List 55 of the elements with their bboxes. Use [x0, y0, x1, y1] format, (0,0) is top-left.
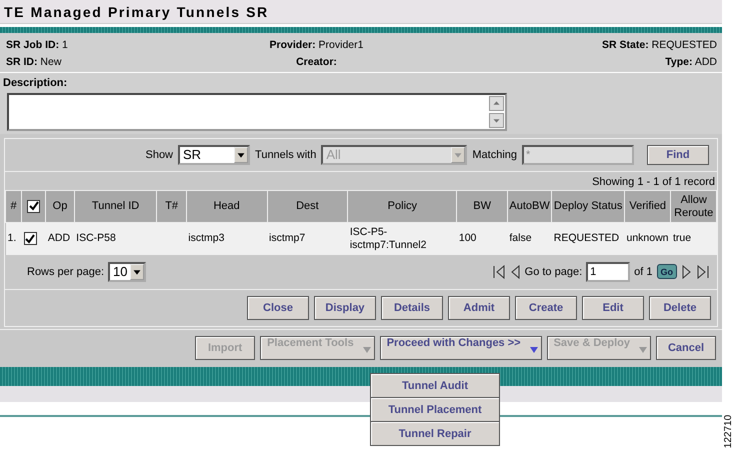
info-field: SR Job ID: 1 — [6, 39, 243, 51]
last-page-icon[interactable] — [697, 264, 709, 278]
table-cell: 100 — [458, 232, 476, 244]
show-label: Show — [145, 149, 174, 161]
action-button[interactable]: Edit — [582, 296, 644, 320]
action-button[interactable]: Create — [515, 296, 577, 320]
action-button[interactable]: Details — [381, 296, 443, 320]
info-field: Provider: Provider1 — [243, 39, 480, 51]
table-cell: isctmp7 — [269, 232, 306, 244]
action-button[interactable]: Display — [314, 296, 376, 320]
menu-item[interactable]: Tunnel Audit — [371, 374, 499, 397]
scroll-down-icon[interactable] — [489, 113, 504, 128]
info-field: Type: ADD — [480, 56, 717, 68]
menu-item[interactable]: Tunnel Placement — [371, 398, 499, 421]
page-count: of 1 — [634, 266, 652, 278]
select-all-checkbox[interactable] — [27, 200, 40, 213]
split-button[interactable]: Proceed with Changes >> — [380, 336, 542, 360]
description-label: Description: — [3, 77, 68, 89]
matching-label: Matching — [472, 149, 517, 161]
table-cell-text: ISC-P5-isctmp7:Tunnel2 — [350, 226, 428, 252]
rows-per-page-select[interactable]: 10 — [108, 262, 146, 282]
action-button[interactable]: Cancel — [656, 336, 716, 360]
table-cell: true — [672, 232, 692, 244]
info-field: SR State: REQUESTED — [480, 39, 717, 51]
table-cell: ISC-P58 — [76, 232, 116, 244]
previous-page-icon[interactable] — [508, 264, 521, 278]
action-button[interactable]: Admit — [448, 296, 510, 320]
figure-number: 122710 — [723, 414, 734, 448]
find-button[interactable]: Find — [647, 145, 709, 165]
description-field[interactable] — [7, 93, 507, 131]
record-count: Showing 1 - 1 of 1 record — [592, 176, 715, 188]
info-field: SR ID: New — [6, 56, 243, 68]
row-checkbox[interactable] — [24, 232, 37, 246]
table-cell: REQUESTED — [554, 232, 620, 244]
next-page-icon[interactable] — [681, 264, 693, 278]
dropdown-caret-icon[interactable] — [130, 264, 144, 280]
table-cell: ADD — [48, 232, 70, 244]
show-select[interactable]: SR — [178, 145, 250, 165]
rows-per-page-label: Rows per page: — [27, 266, 104, 278]
menu-item[interactable]: Tunnel Repair — [371, 422, 499, 445]
action-button[interactable]: Delete — [649, 296, 711, 320]
go-button[interactable]: Go — [656, 264, 677, 279]
tunnels-label: Tunnels with — [255, 149, 316, 161]
table-cell: 1. — [8, 232, 16, 244]
action-button[interactable]: Close — [247, 296, 309, 320]
dropdown-caret-icon[interactable] — [234, 147, 248, 163]
scroll-up-icon[interactable] — [489, 96, 504, 111]
table-cell: unknown — [626, 232, 669, 244]
page-field[interactable]: 1 — [586, 262, 630, 282]
page-title: TE Managed Primary Tunnels SR — [4, 4, 269, 20]
table-cell: false — [509, 232, 532, 244]
info-field: Creator: — [243, 56, 480, 68]
first-page-icon[interactable] — [492, 264, 505, 278]
table-cell: isctmp3 — [188, 232, 224, 244]
go-to-page-label: Go to page: — [524, 266, 582, 278]
